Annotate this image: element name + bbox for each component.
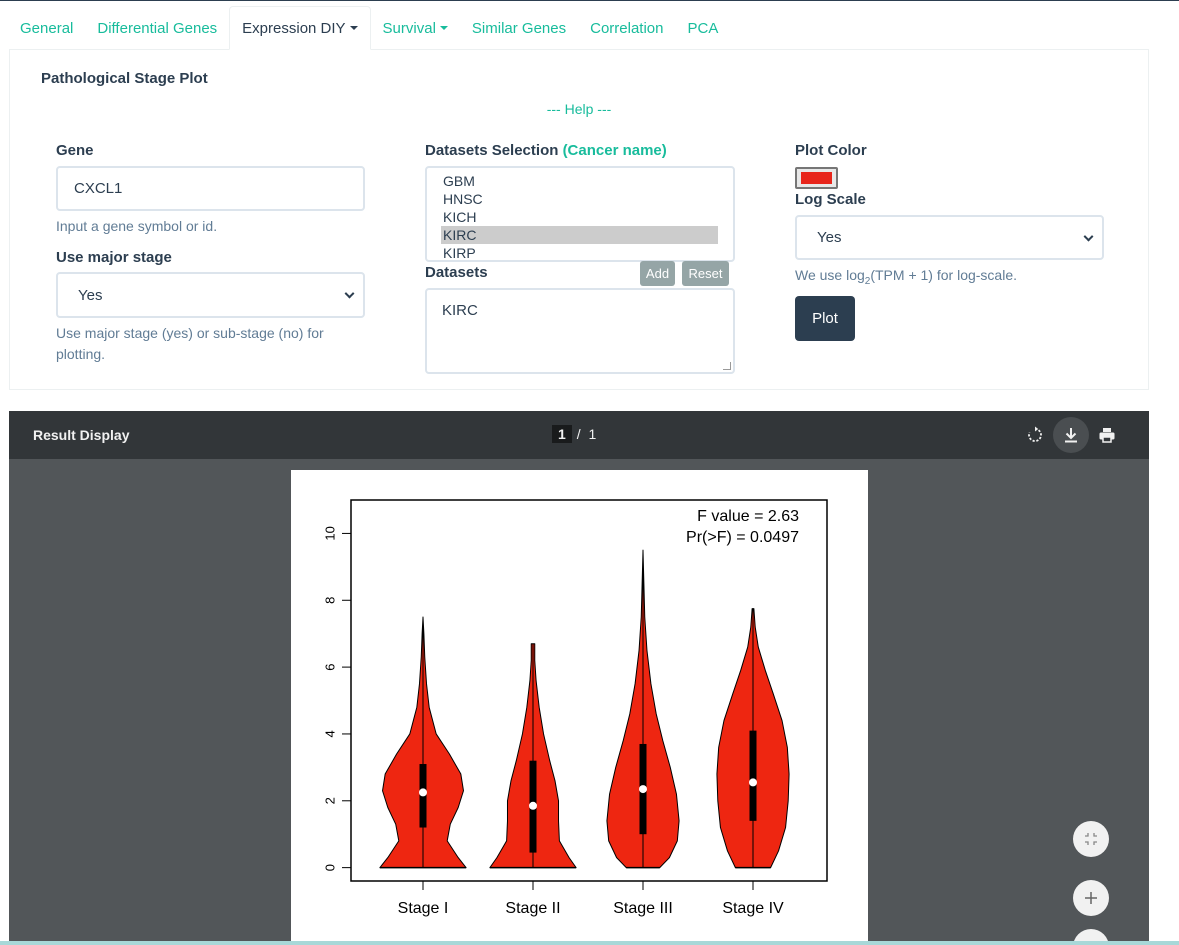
- violin-chart: 0 2 4 6 8 10 Stage I Stage II Stage III Stage IV…: [323, 499, 828, 917]
- violin-median-point: [529, 801, 537, 810]
- tab-label: Survival: [382, 19, 436, 37]
- nav-tabs: General Differential Genes Expression DI…: [8, 6, 730, 50]
- color-swatch: [801, 172, 832, 184]
- datasets-value: KIRC: [442, 302, 478, 319]
- major-stage-label: Use major stage: [56, 249, 172, 266]
- datasets-label: Datasets: [425, 264, 488, 281]
- tab-pca[interactable]: PCA: [675, 6, 730, 50]
- result-toolbar: Result Display 1 / 1: [9, 411, 1149, 459]
- chevron-down-icon: [1083, 231, 1094, 242]
- x-tick-label: Stage III: [613, 900, 673, 917]
- y-tick-label: 2: [323, 797, 338, 804]
- caret-down-icon: [439, 26, 448, 30]
- fit-page-icon[interactable]: [1073, 821, 1109, 857]
- print-icon[interactable]: [1093, 421, 1121, 449]
- download-icon[interactable]: [1053, 417, 1089, 453]
- dataset-option-selected[interactable]: KIRC: [441, 226, 718, 244]
- tab-differential-genes[interactable]: Differential Genes: [85, 6, 229, 50]
- violins: [379, 549, 790, 869]
- hint-text: (TPM + 1) for log-scale.: [870, 267, 1017, 283]
- x-tick-label: Stage IV: [722, 900, 784, 917]
- log-scale-hint: We use log2(TPM + 1) for log-scale.: [795, 265, 1017, 292]
- major-stage-value: Yes: [78, 286, 103, 304]
- tab-label: PCA: [687, 19, 719, 37]
- add-button[interactable]: Add: [640, 261, 675, 286]
- tab-label: Similar Genes: [471, 19, 567, 37]
- violin-median-point: [749, 778, 757, 787]
- chevron-down-icon: [344, 288, 355, 299]
- major-stage-select[interactable]: Yes: [56, 272, 365, 318]
- tab-expression-diy[interactable]: Expression DIY: [229, 6, 371, 50]
- tab-label: Correlation: [590, 19, 664, 37]
- page-indicator: 1 / 1: [552, 425, 596, 443]
- violin-median-point: [639, 785, 647, 794]
- stage-plot-panel: Pathological Stage Plot --- Help --- Gen…: [9, 49, 1149, 390]
- gene-input-value: CXCL1: [74, 180, 123, 197]
- tab-label: Differential Genes: [97, 19, 218, 37]
- y-tick-label: 10: [323, 526, 338, 540]
- major-stage-hint: Use major stage (yes) or sub-stage (no) …: [56, 325, 324, 362]
- tab-label: Expression DIY: [242, 19, 346, 37]
- resize-handle-icon[interactable]: [723, 362, 731, 370]
- datasets-selection-text: Datasets Selection: [425, 142, 559, 159]
- x-axis: Stage I Stage II Stage III Stage IV: [398, 881, 784, 917]
- tab-similar-genes[interactable]: Similar Genes: [460, 6, 578, 50]
- dataset-option[interactable]: GBM: [441, 172, 718, 190]
- p-value-annotation: Pr(>F) = 0.0497: [686, 529, 799, 546]
- violin-median-point: [419, 788, 427, 797]
- bottom-border: [0, 941, 1179, 945]
- y-tick-label: 6: [323, 663, 338, 670]
- gene-label: Gene: [56, 142, 94, 159]
- x-tick-label: Stage I: [398, 900, 449, 917]
- gene-hint: Input a gene symbol or id.: [56, 218, 218, 234]
- page-number-input[interactable]: 1: [552, 425, 572, 443]
- dataset-option[interactable]: HNSC: [441, 190, 718, 208]
- pdf-viewer[interactable]: 0 2 4 6 8 10 Stage I Stage II Stage III Stage IV…: [9, 459, 1149, 945]
- datasets-selection-label: Datasets Selection (Cancer name): [425, 142, 667, 159]
- f-value-annotation: F value = 2.63: [697, 508, 799, 525]
- cancer-name-note: (Cancer name): [562, 142, 667, 159]
- zoom-in-icon[interactable]: [1073, 880, 1109, 916]
- y-tick-label: 0: [323, 864, 338, 871]
- violin-iqr-box: [749, 730, 757, 821]
- y-axis: 0 2 4 6 8 10: [323, 526, 351, 871]
- help-label: --- Help ---: [546, 101, 612, 117]
- plot-color-picker[interactable]: [795, 167, 838, 189]
- tab-label: General: [20, 19, 74, 37]
- result-title: Result Display: [33, 427, 130, 443]
- caret-down-icon: [349, 26, 358, 30]
- log-scale-label: Log Scale: [795, 191, 866, 208]
- dataset-option[interactable]: KICH: [441, 208, 718, 226]
- tab-correlation[interactable]: Correlation: [578, 6, 675, 50]
- hint-text: We use log: [795, 267, 865, 283]
- datasets-textarea[interactable]: KIRC: [425, 288, 735, 374]
- tab-survival[interactable]: Survival: [371, 6, 460, 50]
- top-border: [0, 0, 1179, 1]
- y-tick-label: 4: [323, 730, 338, 737]
- page-total: 1: [588, 426, 597, 442]
- plot-color-label: Plot Color: [795, 142, 867, 159]
- y-tick-label: 8: [323, 597, 338, 604]
- panel-title: Pathological Stage Plot: [41, 70, 208, 87]
- plot-button[interactable]: Plot: [795, 296, 855, 341]
- rotate-icon[interactable]: [1021, 421, 1049, 449]
- tab-general[interactable]: General: [8, 6, 85, 50]
- log-scale-select[interactable]: Yes: [795, 215, 1104, 260]
- log-scale-value: Yes: [817, 229, 842, 246]
- datasets-listbox[interactable]: GBM HNSC KICH KIRC KIRP: [425, 166, 735, 262]
- pdf-page: 0 2 4 6 8 10 Stage I Stage II Stage III Stage IV…: [291, 470, 868, 945]
- page-sep: /: [576, 426, 581, 442]
- gene-input[interactable]: CXCL1: [56, 166, 365, 211]
- help-link[interactable]: --- Help ---: [10, 101, 1148, 117]
- x-tick-label: Stage II: [505, 900, 560, 917]
- reset-button[interactable]: Reset: [682, 261, 729, 286]
- dataset-option[interactable]: KIRP: [441, 244, 718, 260]
